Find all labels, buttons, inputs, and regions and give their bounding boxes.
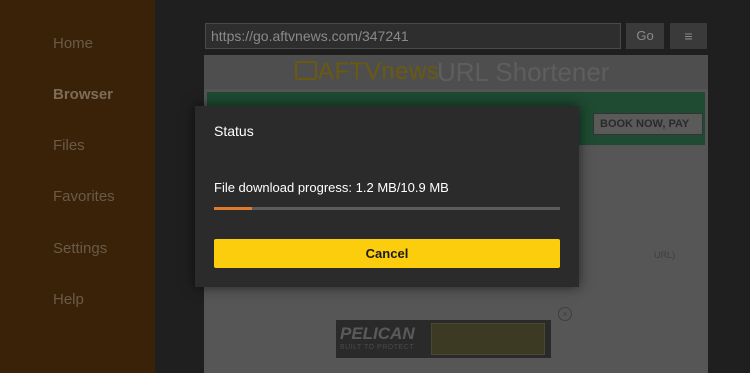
menu-icon[interactable]: ≡ — [670, 23, 707, 49]
site-logo-text: AFTVnews — [318, 58, 440, 85]
site-header: AFTVnews URL Shortener — [204, 55, 708, 89]
ad-close-icon[interactable]: × — [558, 307, 572, 321]
site-logo: AFTVnews — [295, 58, 439, 86]
cancel-button[interactable]: Cancel — [214, 239, 560, 268]
dialog-title: Status — [214, 123, 254, 139]
tv-icon — [295, 61, 317, 80]
case-image — [431, 323, 545, 355]
ad-brand: PELICAN — [340, 324, 415, 343]
download-progress-text: File download progress: 1.2 MB/10.9 MB — [214, 180, 449, 195]
status-dialog: Status File download progress: 1.2 MB/10… — [195, 106, 579, 287]
download-progress-bar — [214, 207, 560, 210]
download-progress-fill — [214, 207, 253, 210]
sidebar-item-help[interactable]: Help — [53, 291, 84, 308]
pelican-ad[interactable]: PELICAN BUILT TO PROTECT — [336, 320, 551, 358]
url-hint-text: URL) — [654, 250, 676, 260]
sidebar-item-home[interactable]: Home — [53, 35, 93, 52]
go-button[interactable]: Go — [626, 23, 664, 49]
sidebar-item-browser[interactable]: Browser — [53, 86, 113, 103]
sidebar-item-favorites[interactable]: Favorites — [53, 188, 115, 205]
sidebar-item-settings[interactable]: Settings — [53, 240, 107, 257]
ad-tagline: BUILT TO PROTECT — [340, 344, 414, 351]
banner-book-button[interactable]: BOOK NOW, PAY — [593, 113, 703, 135]
site-title: URL Shortener — [437, 57, 610, 87]
sidebar: Home Browser Files Favorites Settings He… — [0, 0, 155, 373]
sidebar-item-files[interactable]: Files — [53, 137, 85, 154]
url-input[interactable]: https://go.aftvnews.com/347241 — [205, 23, 621, 49]
